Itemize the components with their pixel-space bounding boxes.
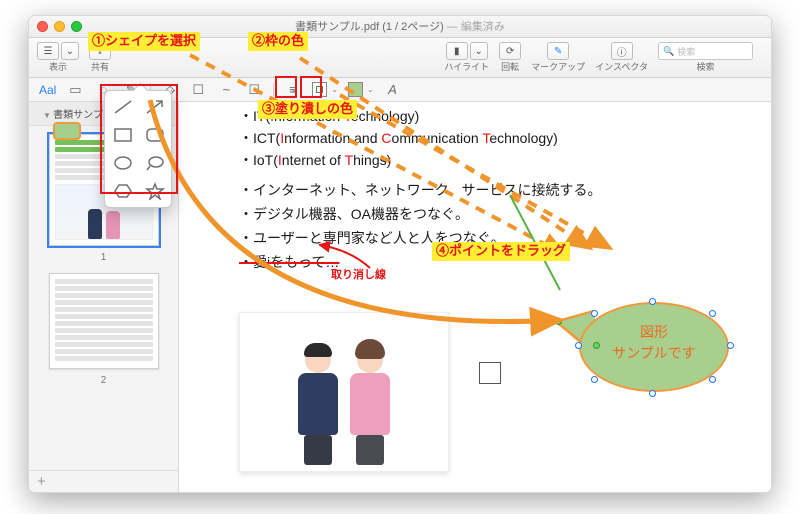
inspector-label: インスペクタ <box>595 60 648 73</box>
text-style-button[interactable]: Aal <box>39 83 56 97</box>
rotate-label: 回転 <box>501 60 519 73</box>
text-tool-button[interactable]: ☐ <box>189 82 207 98</box>
search-label: 検索 <box>696 60 714 73</box>
search-placeholder: 検索 <box>677 45 695 58</box>
text-line: ・IT(Information Technology) <box>239 106 419 126</box>
page-thumbnail-2[interactable] <box>49 273 159 369</box>
highlight-menu-button[interactable]: ⌄ <box>470 42 488 60</box>
search-input[interactable]: 🔍検索 <box>658 42 753 60</box>
shape-line[interactable] <box>110 96 136 118</box>
man-illustration <box>298 343 338 465</box>
share-button[interactable]: ⇪ <box>89 42 111 60</box>
illustration-image <box>239 312 449 472</box>
main-toolbar: ☰⌄ 表示 ⇪ 共有 ▮⌄ ハイライト ⟳ 回転 ✎ マークアップ ⓘ <box>29 38 771 78</box>
zoom-menu-button[interactable]: ⌄ <box>61 42 79 60</box>
text-line: ・ユーザーと専門家など人と人をつなぐ。 <box>239 228 505 248</box>
shape-rect[interactable] <box>110 124 136 146</box>
tail-handle[interactable] <box>555 318 562 325</box>
woman-illustration <box>350 339 390 465</box>
resize-handle[interactable] <box>591 310 598 317</box>
highlight-label: ハイライト <box>444 60 489 73</box>
rotate-button[interactable]: ⟳ <box>499 42 521 60</box>
share-group: ⇪ 共有 <box>89 42 111 73</box>
view-label: 表示 <box>49 60 67 73</box>
close-button[interactable] <box>37 21 48 32</box>
share-label: 共有 <box>91 60 109 73</box>
resize-handle[interactable] <box>727 342 734 349</box>
inspector-button[interactable]: ⓘ <box>611 42 633 60</box>
inspector-group: ⓘ インスペクタ <box>595 42 648 73</box>
resize-handle[interactable] <box>575 342 582 349</box>
search-group: 🔍検索 検索 <box>658 42 753 73</box>
title-pages: (1 / 2ページ) <box>382 21 444 33</box>
titlebar: 書類サンプル.pdf (1 / 2ページ) — 編集済み <box>29 16 771 38</box>
chevron-down-icon: ⌄ <box>367 85 374 94</box>
fill-color-well[interactable] <box>348 82 363 97</box>
text-line: ・インターネット、ネットワーク、サービスに接続する。 <box>239 180 601 200</box>
window-title: 書類サンプル.pdf (1 / 2ページ) — 編集済み <box>29 16 771 38</box>
sign-button[interactable]: ~ <box>217 82 235 98</box>
markup-button[interactable]: ✎ <box>547 42 569 60</box>
shape-hexagon[interactable] <box>110 180 136 202</box>
note-button[interactable]: ☐ <box>245 82 263 98</box>
bubble-text: 図形サンプルです <box>579 322 729 364</box>
title-doc: 書類サンプル.pdf <box>295 21 379 33</box>
text-line: ・IoT(Internet of Things) <box>239 150 391 170</box>
resize-handle[interactable] <box>591 376 598 383</box>
text-line-strike: ・愛iをもって… <box>239 252 339 272</box>
title-edited: — 編集済み <box>447 21 505 33</box>
shape-arrow[interactable] <box>142 96 168 118</box>
shape-star[interactable] <box>142 180 168 202</box>
document-canvas[interactable]: ・IT(Information Technology) ・ICT(Informa… <box>179 102 771 492</box>
search-icon: 🔍 <box>663 46 674 57</box>
markup-label: マークアップ <box>531 60 585 73</box>
markup-group: ✎ マークアップ <box>531 42 585 73</box>
selection-tool-button[interactable]: ▭ <box>66 82 84 98</box>
resize-handle[interactable] <box>649 390 656 397</box>
resize-handle[interactable] <box>649 298 656 305</box>
sidebar-toggle-button[interactable]: ☰ <box>37 42 59 60</box>
speech-bubble-shape[interactable]: 図形サンプルです <box>559 282 739 412</box>
minimize-button[interactable] <box>54 21 65 32</box>
shapes-popover <box>104 90 172 208</box>
zoom-button[interactable] <box>71 21 82 32</box>
page-number: 1 <box>29 252 178 263</box>
shape-oval[interactable] <box>110 152 136 174</box>
sidebar-add-button[interactable]: + <box>29 470 178 492</box>
tail-handle[interactable] <box>593 342 600 349</box>
stroke-color-well[interactable] <box>312 82 327 97</box>
window-controls <box>37 21 82 32</box>
shape-roundrect[interactable] <box>142 124 168 146</box>
rotate-group: ⟳ 回転 <box>499 42 521 73</box>
highlight-button[interactable]: ▮ <box>446 42 468 60</box>
page-number: 2 <box>29 375 178 386</box>
chevron-down-icon: ⌄ <box>331 85 338 94</box>
resize-handle[interactable] <box>709 376 716 383</box>
text-line: ・デジタル機器、OA機器をつなぐ。 <box>239 204 469 224</box>
view-group: ☰⌄ 表示 <box>37 42 79 73</box>
text-line: ・ICT(Information and Communication Techn… <box>239 128 558 148</box>
font-style-button[interactable]: A⌄ <box>384 82 402 98</box>
checkbox-shape[interactable] <box>479 362 501 384</box>
resize-handle[interactable] <box>709 310 716 317</box>
shape-speech[interactable] <box>142 152 168 174</box>
highlight-group: ▮⌄ ハイライト <box>444 42 489 73</box>
line-weight-button[interactable]: ≡⌄ <box>284 82 302 98</box>
